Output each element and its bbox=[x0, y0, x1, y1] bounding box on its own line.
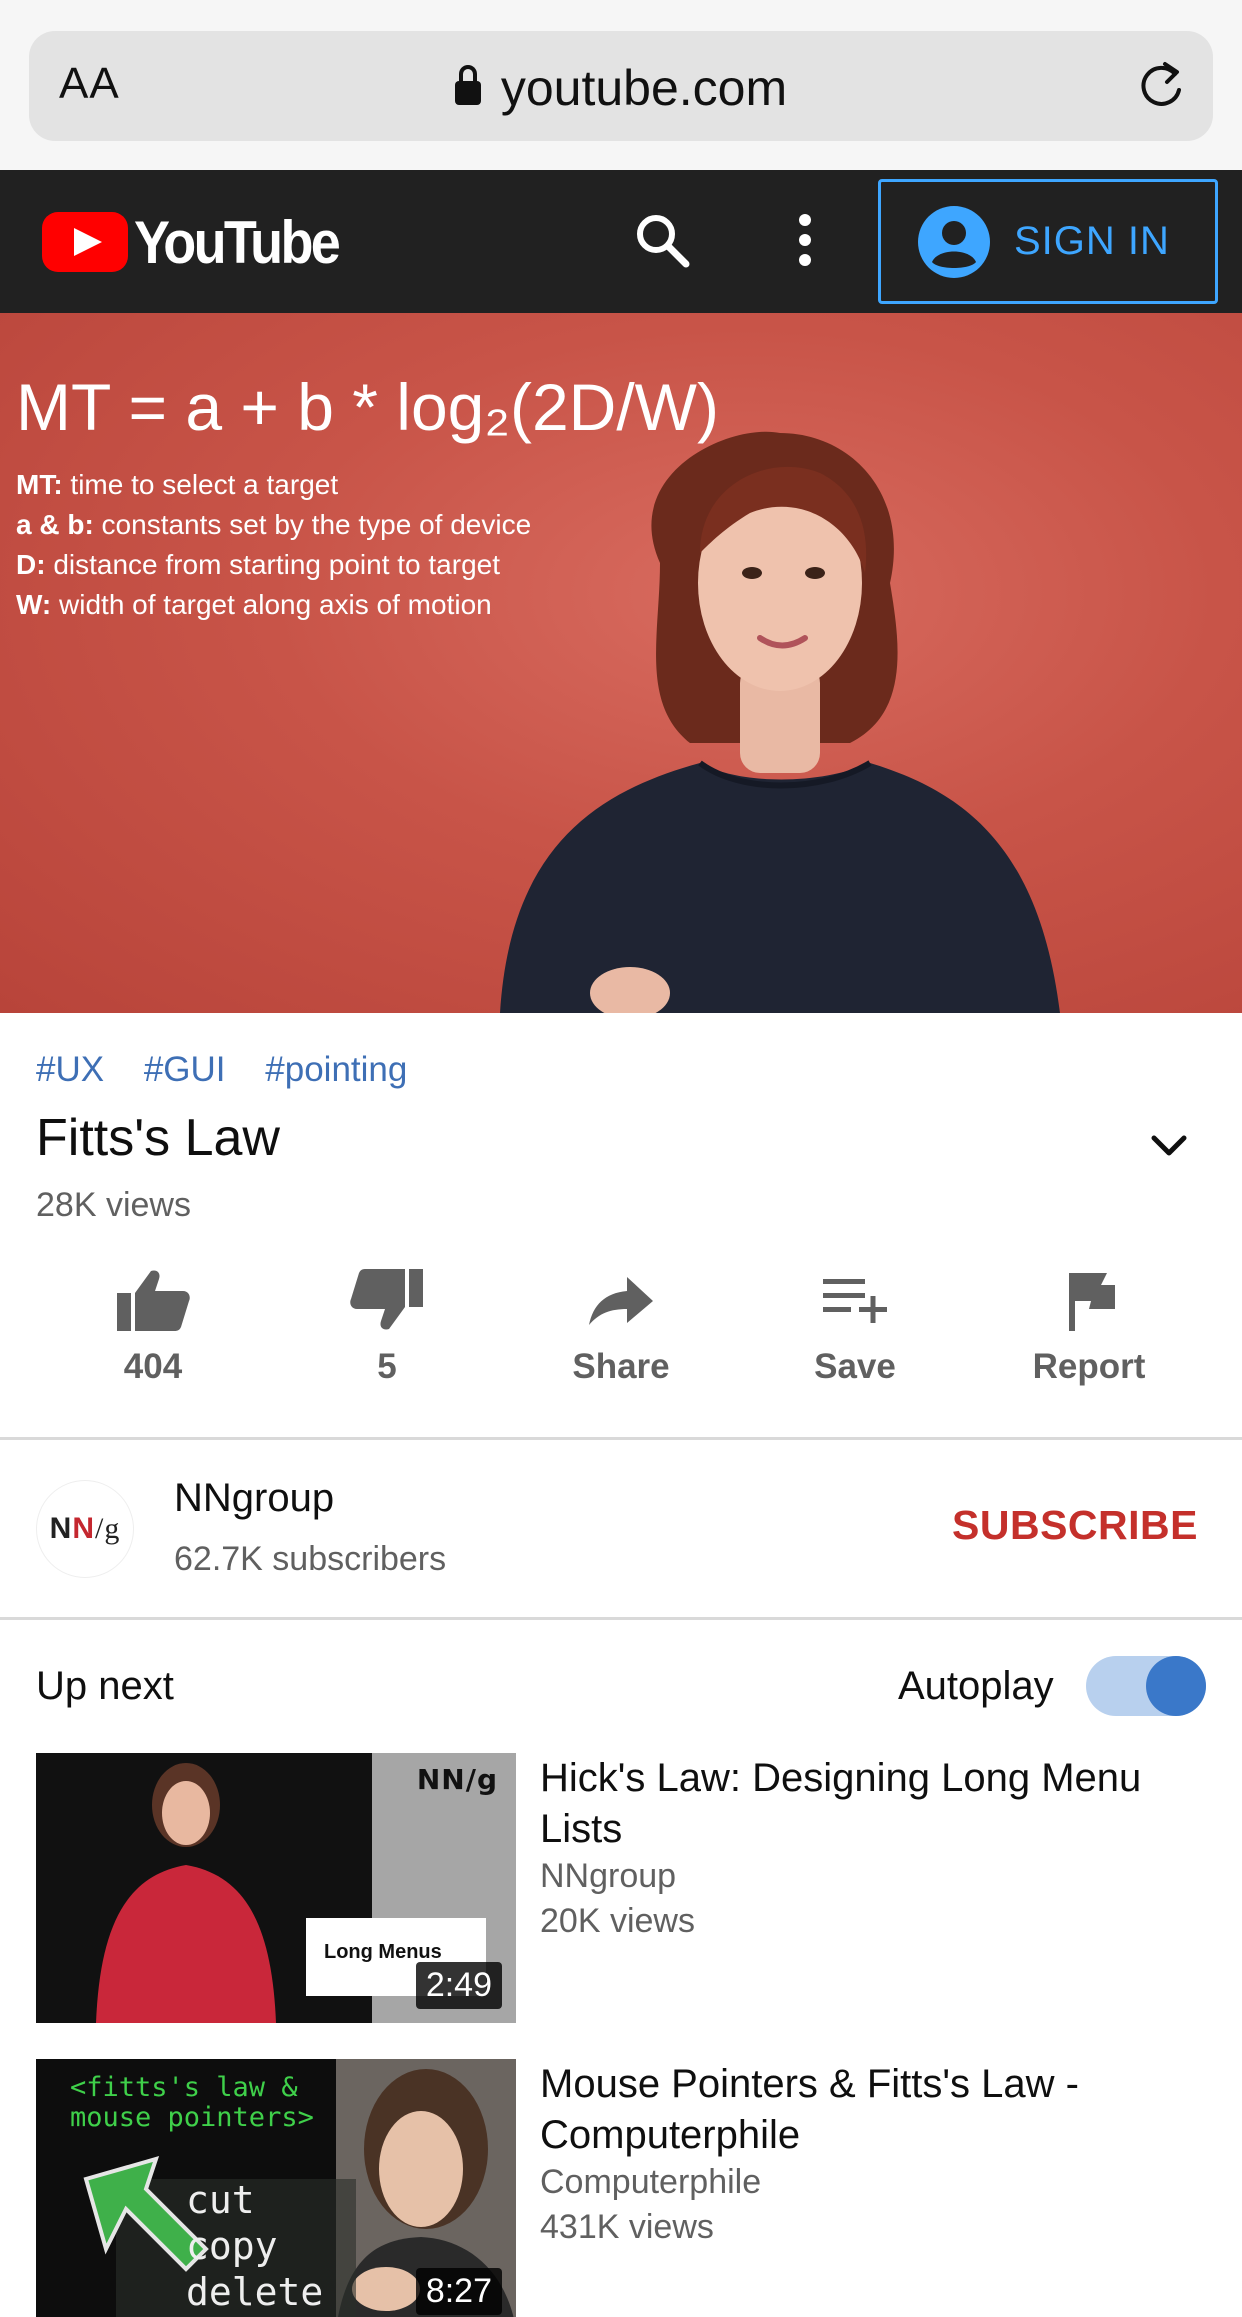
dislike-count: 5 bbox=[377, 1347, 397, 1386]
formula-legend: MT: time to select a target a & b: const… bbox=[16, 465, 531, 625]
thumbnail-caption: Long Menus bbox=[324, 1941, 442, 1963]
hashtag-link[interactable]: #pointing bbox=[265, 1050, 407, 1089]
like-button[interactable]: 404 bbox=[53, 1265, 253, 1387]
thumbnail-title-line: mouse pointers> bbox=[70, 2102, 314, 2133]
report-button[interactable]: Report bbox=[989, 1265, 1189, 1387]
dislike-button[interactable]: 5 bbox=[287, 1265, 487, 1387]
youtube-header: YouTube SIGN IN bbox=[0, 170, 1242, 313]
youtube-play-icon bbox=[42, 212, 128, 272]
save-button[interactable]: Save bbox=[755, 1265, 955, 1387]
channel-avatar[interactable]: NN/g bbox=[36, 1480, 134, 1578]
list-item[interactable]: NN/g Long Menus 2:49 Hick's Law: Designi… bbox=[36, 1753, 1216, 2023]
hashtags: #UX #GUI #pointing bbox=[36, 1050, 437, 1090]
reload-icon[interactable] bbox=[1135, 60, 1187, 112]
chevron-down-icon[interactable] bbox=[1146, 1122, 1192, 1168]
autoplay-toggle[interactable] bbox=[1086, 1656, 1206, 1716]
duration-badge: 2:49 bbox=[415, 1962, 502, 2009]
video-thumbnail[interactable]: NN/g Long Menus 2:49 bbox=[36, 1753, 516, 2023]
autoplay-label: Autoplay bbox=[898, 1664, 1054, 1708]
url-text: youtube.com bbox=[500, 60, 788, 116]
up-next-heading: Up next bbox=[36, 1664, 174, 1708]
thumbs-up-icon bbox=[117, 1270, 190, 1331]
share-label: Share bbox=[572, 1347, 670, 1386]
channel-name[interactable]: NNgroup bbox=[174, 1476, 334, 1521]
presenter-figure bbox=[500, 431, 1060, 1013]
duration-badge: 8:27 bbox=[415, 2268, 502, 2315]
sign-in-label: SIGN IN bbox=[1014, 219, 1170, 263]
video-player[interactable]: MT = a + b * log₂(2D/W) MT: time to sele… bbox=[0, 313, 1242, 1013]
url-display[interactable]: youtube.com bbox=[29, 59, 1213, 117]
hashtag-link[interactable]: #GUI bbox=[144, 1050, 226, 1089]
rec-title[interactable]: Mouse Pointers & Fitts's Law - Computerp… bbox=[540, 2059, 1216, 2161]
share-arrow-icon bbox=[589, 1277, 653, 1325]
subscribe-button[interactable]: SUBSCRIBE bbox=[952, 1502, 1198, 1549]
thumbs-down-icon bbox=[350, 1269, 423, 1330]
thumbnail-menu-item: copy bbox=[186, 2224, 278, 2268]
rec-channel: NNgroup bbox=[540, 1857, 677, 1895]
rec-title[interactable]: Hick's Law: Designing Long Menu Lists bbox=[540, 1753, 1216, 1855]
thumbnail-title-line: <fitts's law & bbox=[70, 2072, 298, 2103]
divider bbox=[0, 1437, 1242, 1440]
formula-line: D: distance from starting point to targe… bbox=[16, 549, 500, 580]
save-label: Save bbox=[814, 1347, 896, 1386]
formula-line: W: width of target along axis of motion bbox=[16, 589, 492, 620]
lock-icon bbox=[454, 65, 481, 105]
rec-views: 431K views bbox=[540, 2208, 714, 2246]
divider bbox=[0, 1617, 1242, 1620]
thumbnail-menu: cut copy delete bbox=[186, 2177, 323, 2315]
video-title[interactable]: Fitts's Law bbox=[36, 1108, 280, 1168]
video-thumbnail[interactable]: <fitts's law & mouse pointers> cut copy … bbox=[36, 2059, 516, 2317]
rec-channel: Computerphile bbox=[540, 2163, 762, 2201]
youtube-wordmark: YouTube bbox=[134, 208, 341, 276]
account-icon bbox=[918, 205, 990, 278]
thumbnail-menu-item: delete bbox=[186, 2270, 324, 2314]
formula-line: a & b: constants set by the type of devi… bbox=[16, 509, 532, 540]
like-count: 404 bbox=[123, 1347, 183, 1386]
view-count: 28K views bbox=[36, 1186, 191, 1224]
playlist-add-icon bbox=[823, 1279, 887, 1323]
hashtag-link[interactable]: #UX bbox=[36, 1050, 104, 1089]
channel-logo: NN/g bbox=[49, 1512, 121, 1545]
report-label: Report bbox=[1032, 1347, 1146, 1386]
thumbnail-logo: NN/g bbox=[416, 1763, 498, 1796]
share-button[interactable]: Share bbox=[521, 1265, 721, 1387]
sign-in-button[interactable]: SIGN IN bbox=[878, 179, 1218, 304]
youtube-logo[interactable]: YouTube bbox=[42, 208, 361, 276]
more-vert-icon[interactable] bbox=[790, 210, 820, 270]
subscriber-count: 62.7K subscribers bbox=[174, 1540, 447, 1578]
flag-icon bbox=[1069, 1273, 1115, 1331]
video-actions: 404 5 Share Save Report bbox=[0, 1265, 1242, 1405]
rec-views: 20K views bbox=[540, 1902, 695, 1940]
search-icon[interactable] bbox=[632, 210, 692, 270]
thumbnail-menu-item: cut bbox=[186, 2178, 255, 2222]
address-bar[interactable]: AA youtube.com bbox=[29, 31, 1213, 141]
formula-line: MT: time to select a target bbox=[16, 469, 339, 500]
list-item[interactable]: <fitts's law & mouse pointers> cut copy … bbox=[36, 2059, 1216, 2317]
browser-bar: AA youtube.com bbox=[0, 0, 1242, 170]
